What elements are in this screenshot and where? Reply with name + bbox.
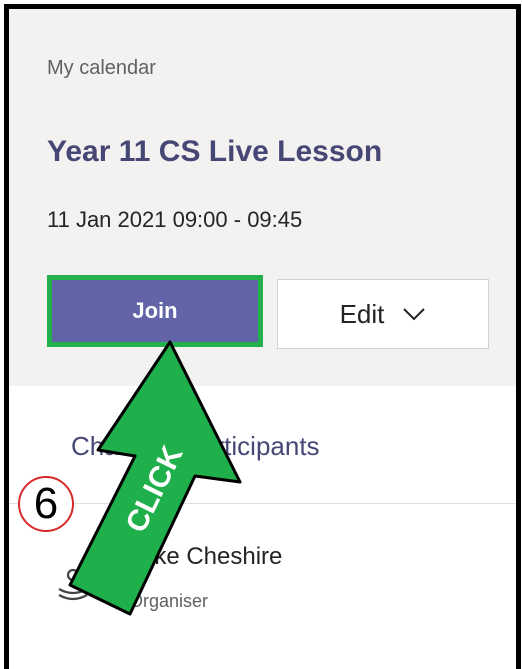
divider: [9, 503, 516, 504]
edit-button-label: Edit: [339, 298, 385, 329]
calendar-label: My calendar: [47, 57, 156, 79]
meeting-details-panel: My calendar Year 11 CS Live Lesson 11 Ja…: [4, 4, 521, 669]
organiser-role: Organiser: [129, 591, 209, 611]
organiser-name: Mike Cheshire: [129, 543, 283, 570]
join-button[interactable]: Join: [47, 275, 263, 347]
step-number-badge: 6: [18, 476, 74, 532]
chevron-down-icon: [403, 308, 426, 321]
chat-with-participants-link[interactable]: Chat with participants: [71, 431, 320, 462]
organiser-icon: [58, 568, 88, 601]
edit-button[interactable]: Edit: [277, 279, 489, 349]
meeting-time: 11 Jan 2021 09:00 - 09:45: [47, 207, 303, 232]
meeting-title: Year 11 CS Live Lesson: [47, 135, 383, 168]
meeting-header: My calendar Year 11 CS Live Lesson 11 Ja…: [9, 9, 516, 386]
